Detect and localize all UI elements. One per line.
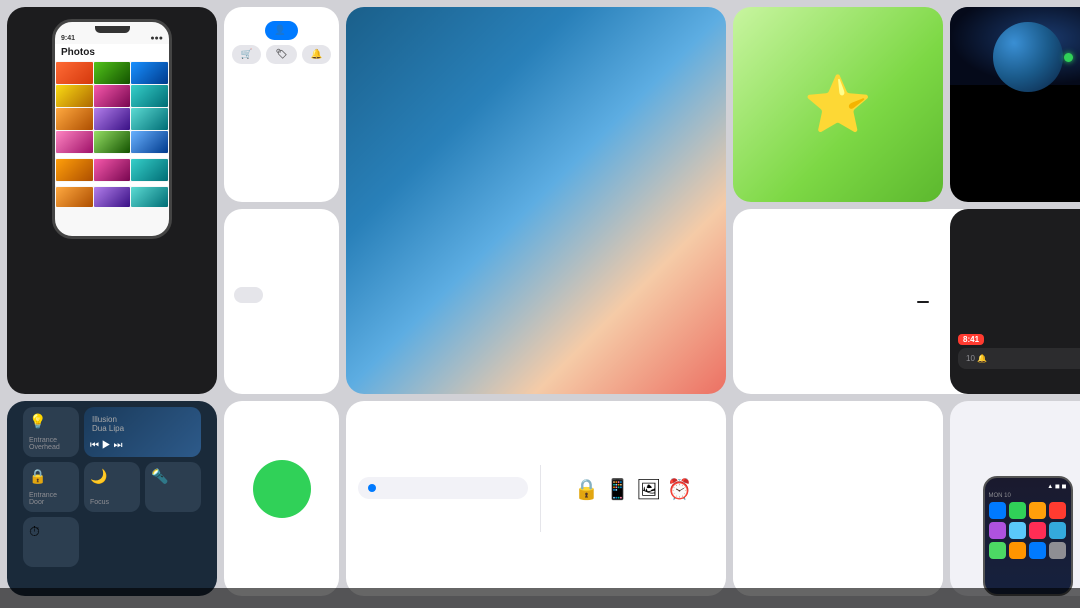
app-grid	[989, 502, 1067, 559]
messages-icon	[989, 502, 1006, 519]
lock-icon: 🔒	[29, 468, 46, 485]
stocks-icon	[1009, 542, 1026, 559]
state-mind-label	[830, 189, 846, 202]
hidden-word	[917, 301, 929, 303]
primary-pill[interactable]: 👤	[265, 21, 298, 40]
home-screen-tile: ▲ ◼ ◼ MON 10	[950, 401, 1080, 596]
photos-tile: 9:41 ●●● Photos	[7, 7, 217, 394]
extra-icon-2	[1049, 542, 1066, 559]
photos-app-header: Photos	[55, 44, 169, 61]
weather-icon	[1029, 522, 1046, 539]
cc-btn-flashlight[interactable]: 🔦	[145, 462, 201, 512]
image-icon: 🖼	[636, 477, 661, 502]
larger-icons-tile	[733, 401, 943, 596]
rcs-tile	[224, 401, 339, 596]
notif-pill[interactable]: 🔔	[302, 45, 332, 64]
photos-inner: 9:41 ●●● Photos	[7, 7, 217, 378]
send-later-header	[358, 477, 528, 499]
rem-badge: 8:41	[958, 334, 984, 345]
control-center-label	[104, 575, 120, 588]
game-mode-label	[830, 516, 846, 529]
hs-phone: ▲ ◼ ◼ MON 10	[983, 476, 1073, 596]
cc-btn-moon[interactable]: 🌙 Focus	[84, 462, 140, 512]
home-screen-title	[1022, 464, 1034, 476]
signal-dot	[1064, 53, 1073, 62]
rcs-label	[274, 524, 290, 537]
emoji-tile	[224, 209, 339, 394]
timer-icon: ⏱	[29, 523, 40, 540]
branding-bar	[0, 588, 1080, 608]
emoji-bubble	[234, 287, 263, 303]
cc-btn-photo[interactable]: IllusionDua Lipa ⏮ ▶ ⏭	[84, 407, 201, 457]
lock-screen-icons: 🔒 📱 🖼 ⏰	[574, 477, 692, 502]
reminders-icon	[1049, 522, 1066, 539]
lock-icon-2: 🔒	[574, 477, 599, 502]
flashlight-icon: 🔦	[151, 468, 168, 485]
cart-pill[interactable]: 🛒	[232, 45, 262, 64]
satellite-label	[1020, 189, 1036, 202]
cc-btn-lock[interactable]: 🔒 Entrance Door	[23, 462, 79, 512]
mail-tile: 👤 🛒 🏷 🔔	[224, 7, 339, 202]
rcs-badge	[253, 460, 311, 518]
photos-label	[104, 378, 120, 394]
calendar-icon	[1009, 502, 1026, 519]
cc-grid: 💡 Entrance Overhead IllusionDua Lipa ⏮ ▶…	[15, 401, 209, 575]
cc-btn-timer[interactable]: ⏱	[23, 517, 79, 567]
send-later-section	[346, 465, 541, 532]
lock-screen-section: 🔒 📱 🖼 ⏰	[541, 469, 727, 529]
maps-icon	[1009, 522, 1026, 539]
phone-icon: 📱	[605, 477, 630, 502]
send-later-label	[435, 507, 451, 520]
ios-tile	[346, 7, 726, 394]
satellite-tile	[950, 7, 1080, 202]
mail-label	[274, 69, 290, 82]
main-grid: 9:41 ●●● Photos	[0, 0, 1080, 608]
photos-phone: 9:41 ●●● Photos	[52, 19, 172, 239]
star-icon: ⭐	[733, 19, 943, 189]
state-mind-tile: ⭐	[733, 7, 943, 202]
emoji-wrap	[224, 277, 339, 313]
moon-icon: 🌙	[90, 468, 107, 485]
blue-dot	[368, 484, 376, 492]
reminders-label	[958, 373, 974, 386]
notes-icon	[989, 542, 1006, 559]
send-later-tile: 🔒 📱 🖼 ⏰	[346, 401, 726, 596]
locked-text	[903, 301, 936, 303]
earth-icon	[993, 22, 1063, 92]
camera-icon	[1049, 502, 1066, 519]
extra-icon	[1029, 542, 1046, 559]
emoji-label	[274, 313, 290, 326]
cc-btn-1[interactable]: 💡 Entrance Overhead	[23, 407, 79, 457]
reminders-tile: 8:41 10 🔔	[950, 209, 1080, 394]
clock-icon: ⏰	[667, 477, 692, 502]
lock-screen-label	[625, 508, 641, 521]
photos-app-icon	[1029, 502, 1046, 519]
promo-pill[interactable]: 🏷	[266, 45, 296, 64]
control-center-tile: 💡 Entrance Overhead IllusionDua Lipa ⏮ ▶…	[7, 401, 217, 596]
clock-app-icon	[989, 522, 1006, 539]
person-icon: 👤	[274, 25, 286, 36]
mail-pills-row2: 🛒 🏷 🔔	[226, 45, 338, 64]
mail-pills: 👤	[259, 21, 304, 40]
lightbulb-icon: 💡	[29, 413, 46, 430]
rem-bar: 10 🔔	[958, 348, 1080, 369]
